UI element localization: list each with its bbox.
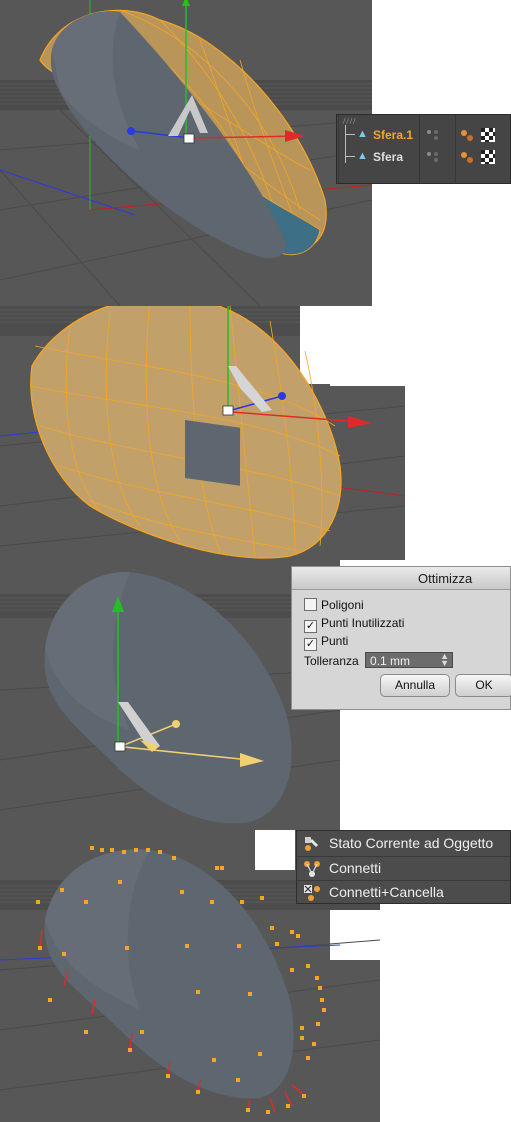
- object-name[interactable]: Sfera.1: [373, 128, 413, 142]
- connect-delete-icon: [304, 885, 320, 901]
- object-manager: //// ▲ Sfera.1 ▲ Sfera: [336, 114, 511, 184]
- viewport-3[interactable]: [0, 560, 340, 830]
- checker-texture-tag-icon[interactable]: [481, 150, 495, 164]
- option-unused-points[interactable]: ✓ Punti Inutilizzati: [304, 616, 404, 633]
- context-menu: Stato Corrente ad Oggetto Connetti Conne…: [296, 830, 511, 904]
- current-state-to-object-icon: [305, 837, 318, 851]
- panel-grip-icon[interactable]: ////: [343, 117, 356, 125]
- optimize-dialog: Ottimizza Poligoni ✓ Punti Inutilizzati ✓…: [291, 566, 511, 710]
- sphere-object-icon: ▲: [357, 128, 368, 140]
- menu-item-current-state-to-object[interactable]: Stato Corrente ad Oggetto: [297, 832, 510, 856]
- checker-texture-tag-icon[interactable]: [481, 128, 495, 142]
- object-row-sfera-1[interactable]: ▲ Sfera.1: [337, 125, 511, 163]
- viewport-1[interactable]: [0, 0, 372, 306]
- material-tag-icon[interactable]: [460, 128, 474, 142]
- object-name[interactable]: Sfera: [373, 150, 403, 164]
- viewport-2-scene: [0, 306, 405, 559]
- viewport-2[interactable]: [0, 306, 405, 560]
- option-label: Poligoni: [321, 598, 364, 612]
- viewport-1-scene: [0, 0, 372, 306]
- option-label: Punti Inutilizzati: [321, 616, 405, 630]
- visibility-dots-icon[interactable]: [427, 149, 439, 165]
- checkbox-points[interactable]: ✓: [304, 638, 317, 651]
- menu-item-label: Connetti: [329, 860, 382, 876]
- menu-item-label: Connetti+Cancella: [329, 884, 444, 900]
- option-label: Punti: [321, 634, 349, 648]
- menu-item-connect-delete[interactable]: Connetti+Cancella: [297, 880, 510, 905]
- checkbox-polygons[interactable]: [304, 598, 317, 611]
- option-points[interactable]: ✓ Punti: [304, 634, 348, 651]
- viewport-3-scene: [0, 571, 340, 824]
- tolerance-input[interactable]: 0.1 mm ▲ ▼: [365, 652, 453, 668]
- checkbox-unused-points[interactable]: ✓: [304, 620, 317, 633]
- sphere-object-icon: ▲: [357, 150, 368, 162]
- material-tag-icon[interactable]: [460, 150, 474, 164]
- option-polygons[interactable]: Poligoni: [304, 598, 364, 612]
- menu-item-connect[interactable]: Connetti: [297, 856, 510, 881]
- dialog-title: Ottimizza: [418, 571, 473, 586]
- visibility-dots-icon[interactable]: [427, 127, 439, 143]
- tolerance-label: Tolleranza: [304, 654, 359, 668]
- menu-item-label: Stato Corrente ad Oggetto: [329, 835, 494, 851]
- object-row-sfera[interactable]: ▲ Sfera: [337, 147, 511, 167]
- connect-icon: [304, 861, 320, 877]
- ok-button[interactable]: OK: [455, 674, 511, 697]
- cancel-button[interactable]: Annulla: [380, 674, 450, 697]
- dialog-titlebar[interactable]: Ottimizza: [292, 567, 510, 590]
- stepper-arrows-icon[interactable]: ▲ ▼: [440, 652, 449, 668]
- tolerance-value: 0.1 mm: [370, 654, 411, 668]
